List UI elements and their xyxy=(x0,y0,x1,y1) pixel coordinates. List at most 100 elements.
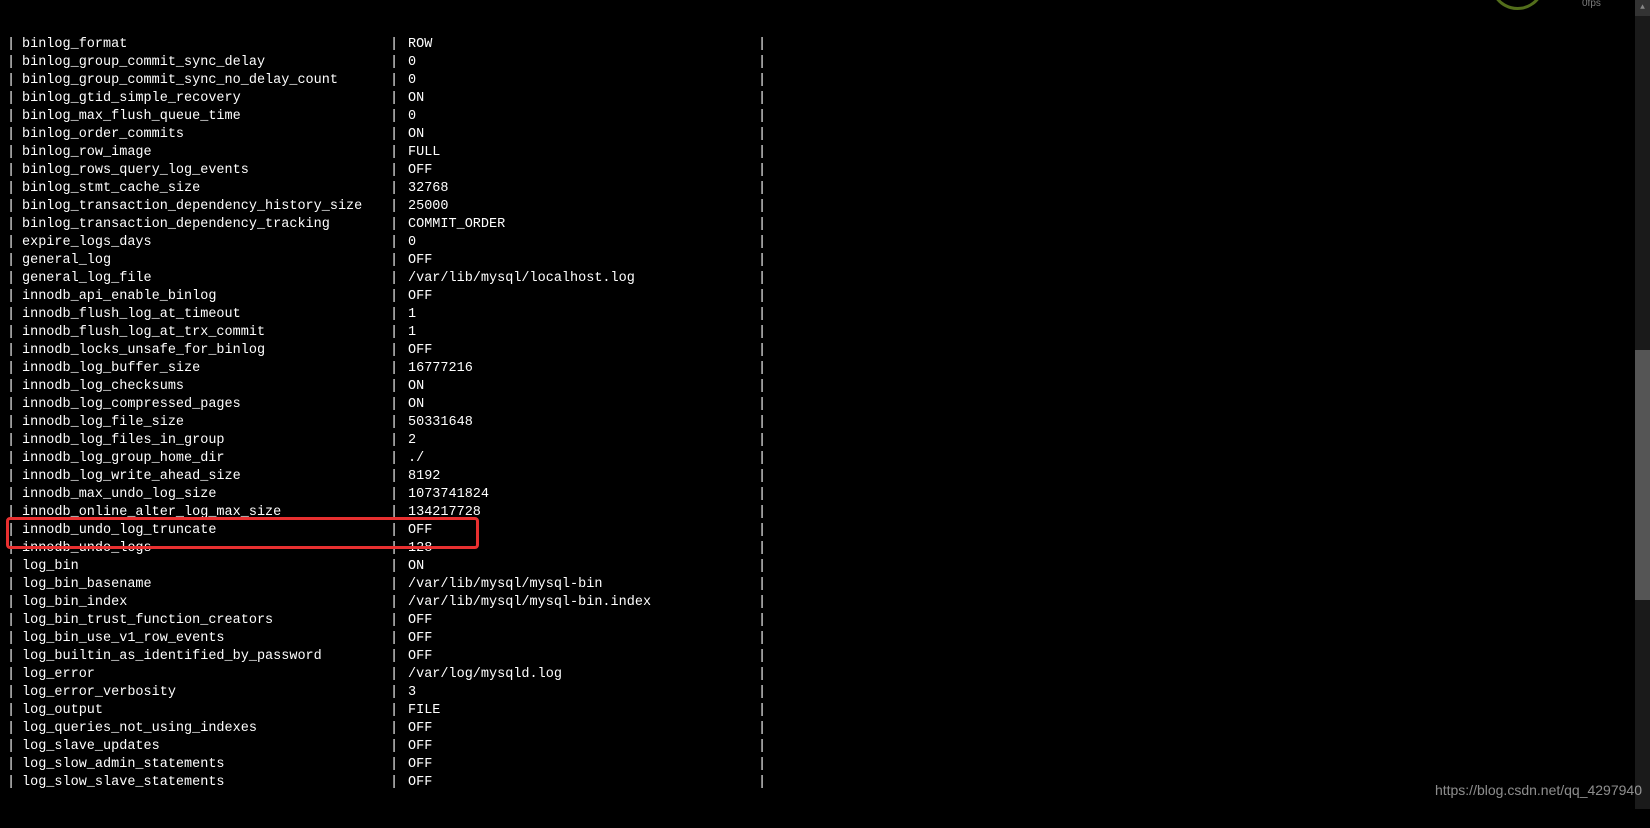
column-separator: | xyxy=(390,180,408,198)
column-separator: | xyxy=(758,234,776,252)
variable-value: /var/lib/mysql/mysql-bin.index xyxy=(408,594,758,612)
terminal-output: |binlog_format| ROW| |binlog_group_commit… xyxy=(0,0,1650,809)
table-row: |innodb_log_group_home_dir| ./| xyxy=(0,450,1650,468)
table-row: |binlog_row_image| FULL| xyxy=(0,144,1650,162)
table-row: |binlog_group_commit_sync_no_delay_count… xyxy=(0,72,1650,90)
variable-name: innodb_log_compressed_pages xyxy=(22,396,390,414)
column-separator: | xyxy=(390,558,408,576)
column-separator: | xyxy=(758,72,776,90)
column-separator: | xyxy=(758,36,776,54)
column-separator: | xyxy=(758,702,776,720)
column-separator: | xyxy=(390,198,408,216)
table-row: |general_log_file| /var/lib/mysql/localh… xyxy=(0,270,1650,288)
column-separator: | xyxy=(758,180,776,198)
column-separator: | xyxy=(390,72,408,90)
variable-name: innodb_log_files_in_group xyxy=(22,432,390,450)
table-row: |innodb_log_file_size| 50331648| xyxy=(0,414,1650,432)
variable-value: 128 xyxy=(408,540,758,558)
variable-name: log_slow_slave_statements xyxy=(22,774,390,792)
column-separator: | xyxy=(758,90,776,108)
column-separator: | xyxy=(0,486,22,504)
performance-widget: 0fps xyxy=(1490,0,1630,15)
variable-name: log_slave_updates xyxy=(22,738,390,756)
column-separator: | xyxy=(390,684,408,702)
column-separator: | xyxy=(758,630,776,648)
gauge-icon xyxy=(1490,0,1555,15)
watermark-text: https://blog.csdn.net/qq_4297940 xyxy=(1435,781,1642,799)
column-separator: | xyxy=(758,612,776,630)
column-separator: | xyxy=(390,576,408,594)
variable-name: innodb_undo_logs xyxy=(22,540,390,558)
column-separator: | xyxy=(0,54,22,72)
variable-name: log_queries_not_using_indexes xyxy=(22,720,390,738)
variable-value: OFF xyxy=(408,162,758,180)
scrollbar-thumb[interactable] xyxy=(1635,350,1650,600)
variable-value: ON xyxy=(408,396,758,414)
variable-value: ON xyxy=(408,378,758,396)
variable-value: 3 xyxy=(408,684,758,702)
column-separator: | xyxy=(758,270,776,288)
variable-name: innodb_log_checksums xyxy=(22,378,390,396)
column-separator: | xyxy=(758,414,776,432)
table-row: |binlog_rows_query_log_events| OFF| xyxy=(0,162,1650,180)
column-separator: | xyxy=(0,450,22,468)
column-separator: | xyxy=(390,270,408,288)
variable-value: ./ xyxy=(408,450,758,468)
table-row: |log_output| FILE| xyxy=(0,702,1650,720)
table-row: |innodb_online_alter_log_max_size| 13421… xyxy=(0,504,1650,522)
variable-name: innodb_log_file_size xyxy=(22,414,390,432)
column-separator: | xyxy=(390,756,408,774)
variable-value: /var/log/mysqld.log xyxy=(408,666,758,684)
scroll-up-button[interactable]: ▲ xyxy=(1635,0,1650,16)
column-separator: | xyxy=(0,468,22,486)
variable-name: innodb_max_undo_log_size xyxy=(22,486,390,504)
column-separator: | xyxy=(390,486,408,504)
column-separator: | xyxy=(390,378,408,396)
variable-value: 16777216 xyxy=(408,360,758,378)
column-separator: | xyxy=(758,108,776,126)
column-separator: | xyxy=(0,378,22,396)
table-row: |binlog_gtid_simple_recovery| ON| xyxy=(0,90,1650,108)
variable-name: binlog_row_image xyxy=(22,144,390,162)
column-separator: | xyxy=(758,756,776,774)
table-row: |innodb_undo_logs| 128| xyxy=(0,540,1650,558)
variable-name: log_slow_admin_statements xyxy=(22,756,390,774)
variable-name: binlog_stmt_cache_size xyxy=(22,180,390,198)
column-separator: | xyxy=(758,468,776,486)
column-separator: | xyxy=(0,522,22,540)
table-row: |innodb_log_files_in_group| 2| xyxy=(0,432,1650,450)
table-row: |innodb_api_enable_binlog| OFF| xyxy=(0,288,1650,306)
column-separator: | xyxy=(390,630,408,648)
variable-name: innodb_locks_unsafe_for_binlog xyxy=(22,342,390,360)
table-row: |general_log| OFF| xyxy=(0,252,1650,270)
column-separator: | xyxy=(0,72,22,90)
column-separator: | xyxy=(758,126,776,144)
variable-name: log_bin_use_v1_row_events xyxy=(22,630,390,648)
vertical-scrollbar[interactable]: ▲ xyxy=(1635,0,1650,809)
variable-name: log_output xyxy=(22,702,390,720)
column-separator: | xyxy=(0,648,22,666)
table-row: |binlog_format| ROW| xyxy=(0,36,1650,54)
table-row: |log_bin_use_v1_row_events| OFF| xyxy=(0,630,1650,648)
column-separator: | xyxy=(0,504,22,522)
column-separator: | xyxy=(758,774,776,792)
table-row: |log_slave_updates| OFF| xyxy=(0,738,1650,756)
column-separator: | xyxy=(390,54,408,72)
variable-value: 32768 xyxy=(408,180,758,198)
column-separator: | xyxy=(390,90,408,108)
variable-name: log_bin xyxy=(22,558,390,576)
column-separator: | xyxy=(390,594,408,612)
table-row: |log_error| /var/log/mysqld.log| xyxy=(0,666,1650,684)
column-separator: | xyxy=(0,342,22,360)
variable-name: log_bin_trust_function_creators xyxy=(22,612,390,630)
table-row: |log_bin| ON| xyxy=(0,558,1650,576)
column-separator: | xyxy=(758,432,776,450)
table-row: |innodb_locks_unsafe_for_binlog| OFF| xyxy=(0,342,1650,360)
variable-name: binlog_transaction_dependency_tracking xyxy=(22,216,390,234)
column-separator: | xyxy=(390,702,408,720)
fps-label: 0fps xyxy=(1582,0,1601,13)
column-separator: | xyxy=(390,738,408,756)
table-row: |log_builtin_as_identified_by_password| … xyxy=(0,648,1650,666)
variable-value: 134217728 xyxy=(408,504,758,522)
table-row: |innodb_undo_log_truncate| OFF| xyxy=(0,522,1650,540)
